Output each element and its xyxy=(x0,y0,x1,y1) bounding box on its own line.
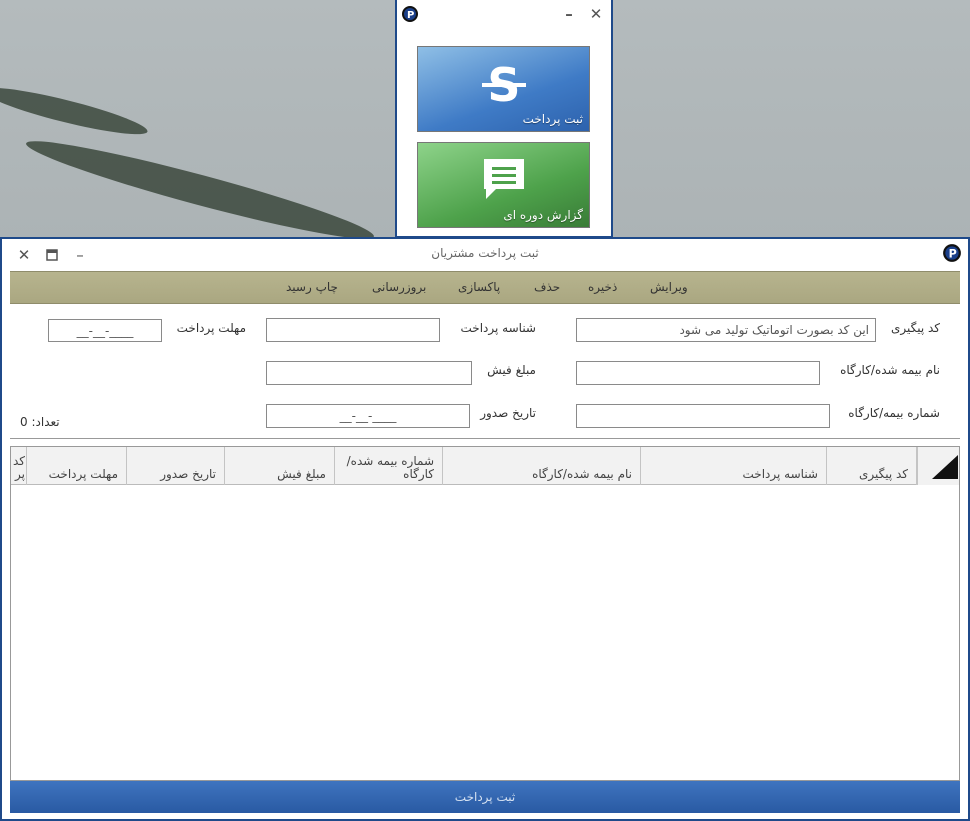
payment-form: کد پیگیری شناسه پرداخت مهلت پرداخت نام ب… xyxy=(10,305,960,439)
column-header-receipt-amount[interactable]: مبلغ فیش xyxy=(225,447,335,485)
message-icon xyxy=(480,155,528,206)
close-button[interactable]: ✕ xyxy=(587,5,605,23)
payment-id-label: شناسه پرداخت xyxy=(460,321,536,335)
currency-icon: S xyxy=(478,58,530,114)
issue-date-label: تاریخ صدور xyxy=(480,406,536,420)
insured-number-label: شماره بیمه/کارگاه xyxy=(848,406,940,420)
insured-number-input[interactable] xyxy=(576,404,830,428)
due-date-label: مهلت پرداخت xyxy=(176,321,246,335)
periodic-report-tile[interactable]: گزارش دوره ای xyxy=(417,142,590,228)
insured-name-label: نام بیمه شده/کارگاه xyxy=(840,363,940,377)
due-date-input[interactable] xyxy=(48,319,162,342)
column-header-payment-id[interactable]: شناسه پرداخت xyxy=(641,447,827,485)
receipt-amount-label: مبلغ فیش xyxy=(487,363,536,377)
app-logo-icon: P xyxy=(401,5,419,26)
payment-id-input[interactable] xyxy=(266,318,440,342)
column-header-tracking-code[interactable]: کد پیگیری xyxy=(827,447,917,485)
tile-label: ثبت پرداخت xyxy=(522,112,583,126)
payments-grid[interactable]: کد پیگیری شناسه پرداخت نام بیمه شده/کارگ… xyxy=(10,446,960,781)
menu-save[interactable]: ذخیره xyxy=(588,280,617,294)
tracking-code-input[interactable] xyxy=(576,318,876,342)
launcher-window: P – ✕ S ثبت پرداخت گزارش دوره ای xyxy=(395,0,613,238)
tile-label: گزارش دوره ای xyxy=(503,208,583,222)
wallpaper-streak xyxy=(22,128,378,252)
window-title: ثبت پرداخت مشتریان xyxy=(431,246,539,260)
column-header-due-date[interactable]: مهلت پرداخت xyxy=(27,447,127,485)
menu-refresh[interactable]: بروزرسانی xyxy=(372,280,426,294)
customer-payment-window: ✕ – ثبت پرداخت مشتریان P ویرایش ذخیره حذ… xyxy=(0,237,970,821)
receipt-amount-input[interactable] xyxy=(266,361,472,385)
menu-delete[interactable]: حذف xyxy=(534,280,560,294)
launcher-titlebar: P – ✕ xyxy=(397,0,611,30)
minimize-button[interactable]: – xyxy=(560,5,578,23)
column-header-truncated[interactable]: کد پر xyxy=(11,447,27,485)
insured-name-input[interactable] xyxy=(576,361,820,385)
window-titlebar: ✕ – ثبت پرداخت مشتریان P xyxy=(2,239,968,271)
submit-payment-button[interactable]: ثبت پرداخت xyxy=(10,781,960,813)
column-header-insured-number[interactable]: شماره بیمه شده/کارگاه xyxy=(335,447,443,485)
column-header-insured-name[interactable]: نام بیمه شده/کارگاه xyxy=(443,447,641,485)
app-logo-icon: P xyxy=(942,243,962,266)
grid-select-all[interactable] xyxy=(917,447,959,485)
record-count: 0 :تعداد xyxy=(20,415,60,429)
menu-clear[interactable]: پاکسازی xyxy=(458,280,500,294)
tracking-code-label: کد پیگیری xyxy=(890,321,940,335)
svg-text:P: P xyxy=(949,247,957,260)
svg-text:P: P xyxy=(407,10,414,21)
count-label: :تعداد xyxy=(31,415,60,429)
wallpaper-streak xyxy=(0,79,151,143)
column-header-issue-date[interactable]: تاریخ صدور xyxy=(127,447,225,485)
toolbar-menu: ویرایش ذخیره حذف پاکسازی بروزرسانی چاپ ر… xyxy=(10,271,960,304)
issue-date-input[interactable] xyxy=(266,404,470,428)
grid-header: کد پیگیری شناسه پرداخت نام بیمه شده/کارگ… xyxy=(11,447,959,485)
count-value: 0 xyxy=(20,415,28,429)
menu-edit[interactable]: ویرایش xyxy=(650,280,688,294)
register-payment-tile[interactable]: S ثبت پرداخت xyxy=(417,46,590,132)
menu-print-receipt[interactable]: چاپ رسید xyxy=(286,280,338,294)
